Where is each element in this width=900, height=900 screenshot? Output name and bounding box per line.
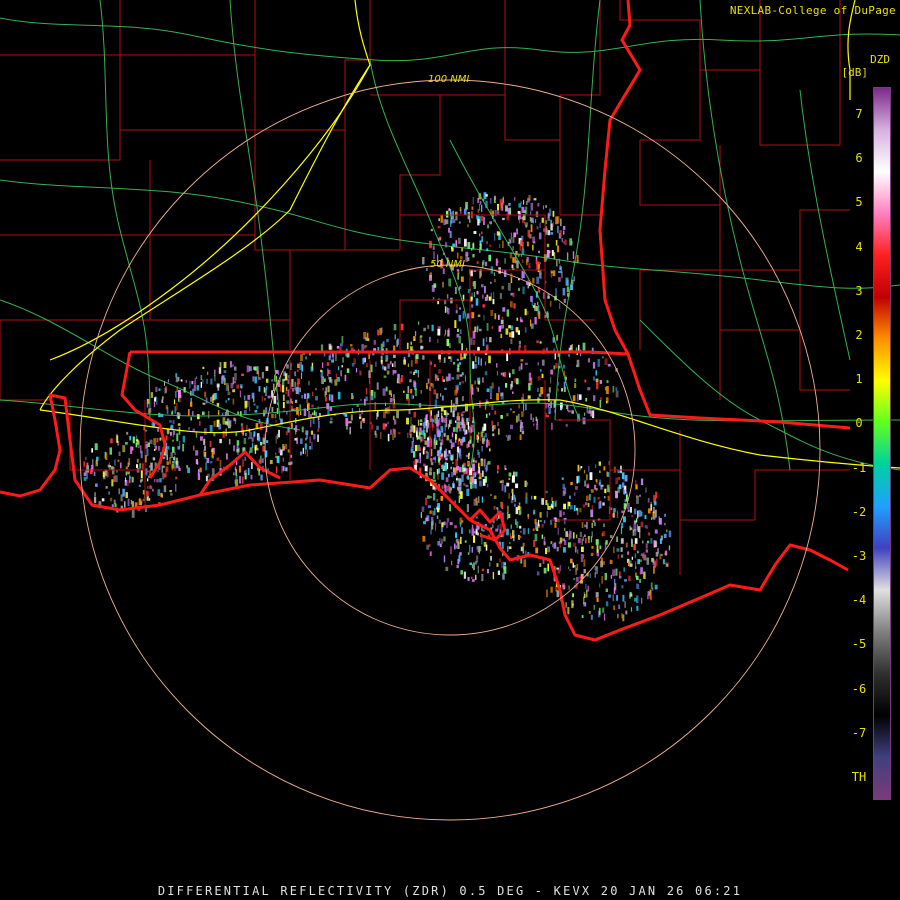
product-footer: DIFFERENTIAL REFLECTIVITY (ZDR) 0.5 DEG …: [157, 884, 743, 898]
color-scale-tick: 2: [855, 328, 863, 342]
color-scale-tick: 5: [855, 195, 863, 210]
color-scale-bar: [873, 87, 891, 800]
range-label-100nmi: 100 NMI: [428, 74, 469, 85]
color-scale-tick: -3: [851, 549, 867, 563]
unit-label: [dB]: [841, 66, 869, 79]
color-scale-tick: 4: [855, 239, 863, 254]
color-scale-tick: TH: [851, 770, 867, 784]
color-scale-tick: -4: [851, 593, 867, 608]
color-scale-tick: 0: [855, 416, 863, 431]
color-scale-tick: 6: [855, 151, 863, 166]
color-scale-tick: 7: [855, 107, 863, 121]
credit-label: NEXLAB-College of DuPage: [729, 4, 896, 17]
color-scale-tick: 1: [855, 372, 863, 387]
color-scale-tick: -7: [851, 725, 867, 740]
product-label: DZD: [870, 53, 890, 66]
range-label-50nmi: 50 NMI: [430, 259, 465, 270]
color-scale-tick: -5: [851, 637, 867, 652]
radar-map: 50 NMI 100 NMI: [0, 0, 900, 900]
color-scale-tick: -2: [851, 504, 867, 519]
color-scale-tick: -1: [851, 460, 867, 475]
color-scale-tick: 3: [855, 283, 863, 298]
color-scale-tick: -6: [851, 681, 867, 696]
